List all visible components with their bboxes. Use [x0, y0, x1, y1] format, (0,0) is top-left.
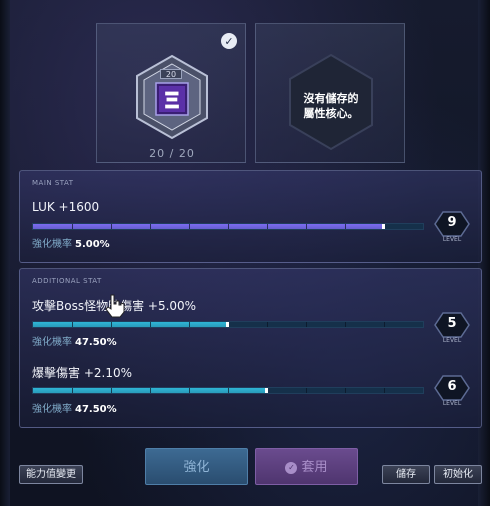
progress-segment-divider: [267, 322, 268, 327]
additional-stat-1-level-badge: 5 LEVEL: [434, 312, 470, 352]
main-stat-chance-value: 5.00%: [75, 239, 110, 250]
apply-button-label: 套用: [301, 460, 328, 475]
additional-stat-2-level-word: LEVEL: [442, 400, 462, 407]
progress-segment-divider: [306, 322, 307, 327]
saved-core-slot[interactable]: 沒有儲存的 屬性核心。: [255, 23, 405, 163]
progress-segment-divider: [111, 388, 112, 393]
additional-stat-1-chance: 強化機率 47.50%: [32, 333, 117, 348]
core-level-tag: 20: [160, 69, 182, 79]
progress-segment-divider: [189, 224, 190, 229]
additional-stat-1-level: 5: [447, 316, 457, 331]
main-stat-panel: MAIN STAT LUK +1600 強化機率 5.00% 9 LEVEL: [19, 170, 482, 263]
progress-segment-divider: [267, 224, 268, 229]
progress-segment-divider: [189, 322, 190, 327]
window-left-edge: [0, 0, 10, 506]
additional-stat-1-chance-value: 47.50%: [75, 337, 117, 348]
additional-stat-2-level: 6: [447, 379, 457, 394]
additional-stat-1-progress-fill: [33, 322, 228, 327]
progress-segment-divider: [189, 388, 190, 393]
progress-segment-divider: [150, 224, 151, 229]
progress-tip: [226, 322, 229, 327]
progress-segment-divider: [384, 322, 385, 327]
additional-stat-2-progress-bar: [32, 387, 424, 394]
check-icon: ✓: [285, 461, 298, 474]
progress-segment-divider: [72, 322, 73, 327]
additional-stat-2-value: 爆擊傷害 +2.10%: [32, 366, 132, 380]
core-count-current: 20: [149, 147, 166, 160]
save-button[interactable]: 儲存: [382, 465, 430, 484]
main-stat-level-word: LEVEL: [442, 236, 462, 243]
progress-tip: [265, 388, 268, 393]
reset-button[interactable]: 初始化: [434, 465, 482, 484]
apply-button[interactable]: ✓ 套用: [255, 448, 358, 485]
change-ability-button[interactable]: 能力值變更: [19, 465, 83, 484]
progress-segment-divider: [345, 224, 346, 229]
progress-segment-divider: [72, 388, 73, 393]
additional-stat-2-chance-value: 47.50%: [75, 404, 117, 415]
progress-segment-divider: [384, 388, 385, 393]
progress-tip: [382, 224, 385, 229]
main-stat-value: LUK +1600: [32, 200, 100, 214]
check-icon: ✓: [221, 33, 237, 49]
progress-segment-divider: [345, 322, 346, 327]
progress-segment-divider: [228, 224, 229, 229]
empty-slot-message: 沒有儲存的 屬性核心。: [303, 92, 359, 120]
core-count: 20 / 20: [97, 147, 247, 160]
enhance-button[interactable]: 強化: [145, 448, 248, 485]
progress-segment-divider: [345, 388, 346, 393]
additional-stat-2-level-badge: 6 LEVEL: [434, 375, 470, 415]
additional-stat-2-chance: 強化機率 47.50%: [32, 400, 117, 415]
progress-segment-divider: [150, 322, 151, 327]
progress-segment-divider: [111, 322, 112, 327]
main-stat-level: 9: [447, 215, 457, 230]
main-stat-level-badge: 9 LEVEL: [434, 211, 470, 251]
additional-stat-header: ADDITIONAL STAT: [32, 277, 102, 285]
main-stat-chance: 強化機率 5.00%: [32, 235, 110, 250]
main-stat-progress-bar: [32, 223, 424, 230]
progress-segment-divider: [228, 388, 229, 393]
hand-cursor-icon: [105, 294, 125, 318]
core-count-separator: /: [169, 147, 175, 160]
core-glyph: 𝚵: [164, 89, 180, 114]
progress-segment-divider: [111, 224, 112, 229]
progress-segment-divider: [72, 224, 73, 229]
additional-stat-2-chance-label: 強化機率: [32, 404, 72, 415]
additional-stat-1-progress-bar: [32, 321, 424, 328]
main-stat-header: MAIN STAT: [32, 179, 74, 187]
main-stat-chance-label: 強化機率: [32, 239, 72, 250]
additional-stat-panel: ADDITIONAL STAT 攻擊Boss怪物時傷害 +5.00% 強化機率 4…: [19, 268, 482, 428]
core-count-max: 20: [178, 147, 195, 160]
progress-segment-divider: [306, 224, 307, 229]
progress-segment-divider: [150, 388, 151, 393]
equipped-core-slot[interactable]: ✓ 20 𝚵 20 / 20: [96, 23, 246, 163]
additional-stat-1-chance-label: 強化機率: [32, 337, 72, 348]
main-stat-progress-fill: [33, 224, 384, 229]
additional-stat-1-level-word: LEVEL: [442, 337, 462, 344]
progress-segment-divider: [306, 388, 307, 393]
